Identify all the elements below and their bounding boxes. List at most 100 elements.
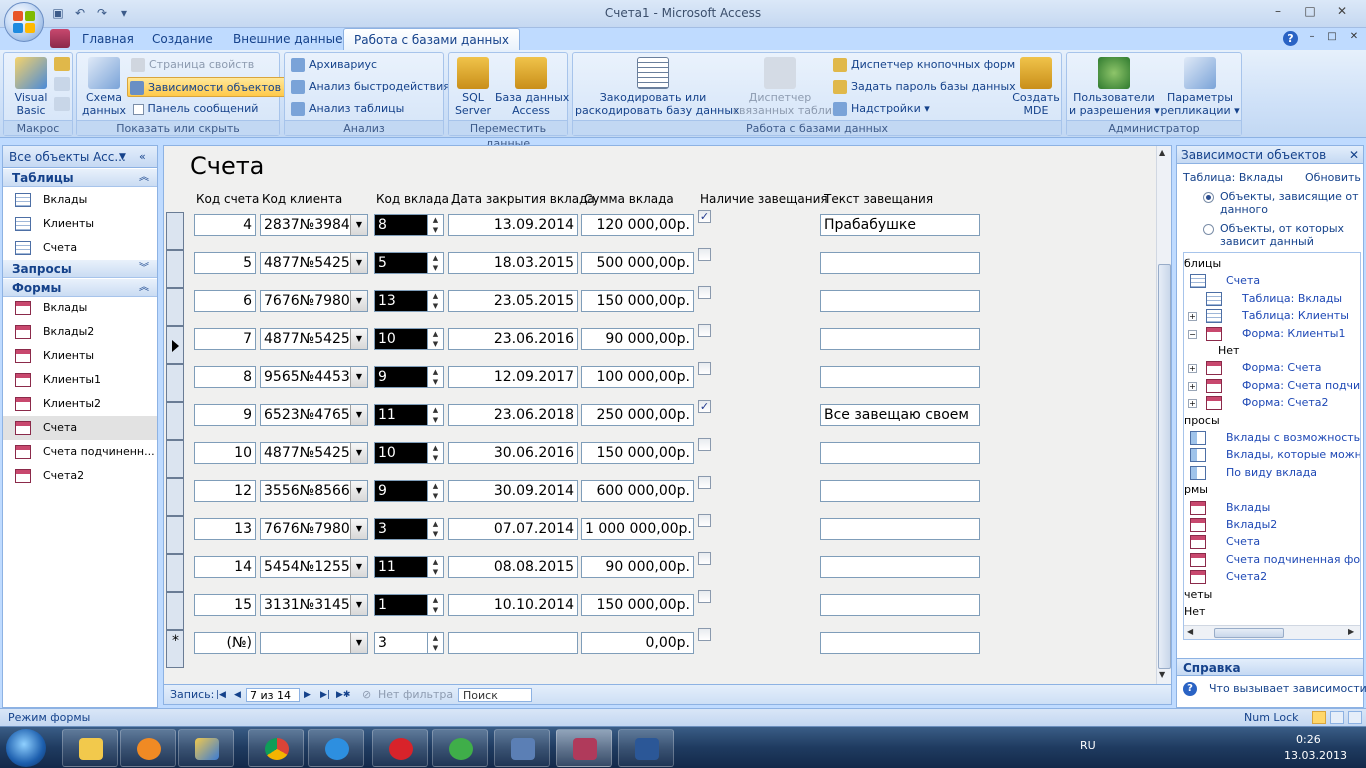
field-will-text[interactable]: [820, 594, 980, 616]
users-permissions-button[interactable]: Пользователи и разрешения ▾: [1069, 57, 1160, 117]
taskbar-ie[interactable]: [308, 729, 364, 767]
dropdown-arrow-icon[interactable]: ▼: [350, 253, 367, 273]
field-will-text[interactable]: [820, 556, 980, 578]
system-tray-icons[interactable]: [1132, 741, 1252, 755]
taskbar-word[interactable]: [618, 729, 674, 767]
tree-item[interactable]: Счета: [1226, 533, 1260, 551]
checkbox-will[interactable]: [698, 248, 711, 261]
clock-time[interactable]: 0:26: [1296, 733, 1321, 746]
spinner-icon[interactable]: ▲ ▼: [428, 556, 444, 578]
field-close-date[interactable]: 12.09.2017: [448, 366, 578, 388]
field-client-id[interactable]: 9565№44533 ▼: [260, 366, 368, 388]
field-will-text[interactable]: [820, 442, 980, 464]
field-close-date[interactable]: 08.08.2015: [448, 556, 578, 578]
field-deposit-id[interactable]: 1: [374, 594, 428, 616]
field-will-text[interactable]: [820, 290, 980, 312]
nav-section-forms[interactable]: Формы ︽: [3, 279, 157, 297]
scroll-right-icon[interactable]: ▶: [1348, 627, 1354, 636]
field-account-id[interactable]: 10: [194, 442, 256, 464]
field-deposit-sum[interactable]: 0,00р.: [581, 632, 694, 654]
field-deposit-sum[interactable]: 250 000,00р.: [581, 404, 694, 426]
field-deposit-sum[interactable]: 150 000,00р.: [581, 442, 694, 464]
scroll-left-icon[interactable]: ◀: [1187, 627, 1193, 636]
expand-icon[interactable]: +: [1188, 399, 1197, 409]
spinner-icon[interactable]: ▲ ▼: [428, 366, 444, 388]
nav-table-item[interactable]: Вклады: [3, 188, 157, 212]
spinner-icon[interactable]: ▲ ▼: [428, 214, 444, 236]
tree-item[interactable]: Вклады: [1226, 499, 1270, 517]
scroll-down-icon[interactable]: ▼: [1159, 670, 1165, 679]
tree-item[interactable]: Форма: Клиенты1: [1242, 325, 1345, 343]
nav-form-item[interactable]: Счета2: [3, 464, 157, 488]
field-account-id[interactable]: 14: [194, 556, 256, 578]
refresh-link[interactable]: Обновить: [1305, 171, 1361, 184]
radio-depends-on-objects[interactable]: [1203, 224, 1214, 235]
visual-basic-button[interactable]: Visual Basic: [8, 57, 54, 117]
minimize-button[interactable]: –: [1268, 4, 1288, 20]
taskbar-opera[interactable]: [372, 729, 428, 767]
property-page-button[interactable]: Страница свойств: [129, 55, 254, 75]
tree-item[interactable]: Таблица: Клиенты: [1242, 307, 1349, 325]
tree-item[interactable]: Вклады2: [1226, 516, 1277, 534]
tree-item[interactable]: Таблица: Вклады: [1242, 290, 1342, 308]
checkbox-will[interactable]: [698, 324, 711, 337]
spinner-icon[interactable]: ▲ ▼: [428, 328, 444, 350]
tab-create[interactable]: Создание: [142, 28, 223, 50]
message-bar-checkbox[interactable]: [133, 103, 144, 115]
filter-status[interactable]: ⊘ Нет фильтра: [360, 688, 453, 702]
expand-icon[interactable]: +: [1188, 381, 1197, 391]
record-selector[interactable]: [166, 440, 184, 478]
spinner-icon[interactable]: ▲ ▼: [428, 594, 444, 616]
field-account-id[interactable]: 4: [194, 214, 256, 236]
linked-tables-manager-button[interactable]: Диспетчер связанных таблиц: [733, 57, 839, 117]
macro-create-icon[interactable]: [54, 97, 70, 111]
field-account-id[interactable]: 15: [194, 594, 256, 616]
field-account-id[interactable]: 8: [194, 366, 256, 388]
dropdown-arrow-icon[interactable]: ▼: [350, 215, 367, 235]
dropdown-arrow-icon[interactable]: ▼: [350, 557, 367, 577]
nav-section-queries[interactable]: Запросы ︾: [3, 260, 157, 278]
field-close-date[interactable]: 23.05.2015: [448, 290, 578, 312]
message-bar-toggle[interactable]: Панель сообщений: [129, 99, 258, 119]
nav-form-item[interactable]: Клиенты: [3, 344, 157, 368]
field-deposit-sum[interactable]: 90 000,00р.: [581, 328, 694, 350]
field-client-id[interactable]: 2837№39845 ▼: [260, 214, 368, 236]
field-deposit-id[interactable]: 9: [374, 480, 428, 502]
field-account-id[interactable]: 12: [194, 480, 256, 502]
expand-icon[interactable]: +: [1188, 364, 1197, 374]
checkbox-will[interactable]: ✓: [698, 210, 711, 223]
doc-restore-button[interactable]: □: [1325, 31, 1339, 45]
record-selector[interactable]: [166, 288, 184, 326]
dropdown-arrow-icon[interactable]: ▼: [350, 595, 367, 615]
help-icon[interactable]: ?: [1283, 31, 1298, 46]
field-will-text[interactable]: [820, 366, 980, 388]
field-deposit-id[interactable]: 9: [374, 366, 428, 388]
dropdown-arrow-icon[interactable]: ▼: [350, 329, 367, 349]
record-selector[interactable]: [166, 326, 184, 364]
close-button[interactable]: ✕: [1332, 4, 1352, 20]
spinner-icon[interactable]: ▲ ▼: [428, 404, 444, 426]
field-deposit-sum[interactable]: 150 000,00р.: [581, 594, 694, 616]
replication-options-button[interactable]: Параметры репликации ▾: [1159, 57, 1241, 117]
field-deposit-sum[interactable]: 120 000,00р.: [581, 214, 694, 236]
next-record-icon[interactable]: ▶: [304, 688, 311, 702]
dropdown-arrow-icon[interactable]: ▼: [350, 405, 367, 425]
sql-server-button[interactable]: SQL Server: [451, 57, 495, 117]
nav-form-item[interactable]: Клиенты1: [3, 368, 157, 392]
tree-item[interactable]: Форма: Счета подчине: [1242, 377, 1360, 395]
tree-item[interactable]: Счета подчиненная форм: [1226, 551, 1360, 569]
tree-item[interactable]: Форма: Счета: [1242, 359, 1322, 377]
set-password-button[interactable]: Задать пароль базы данных: [831, 77, 1016, 97]
record-position-input[interactable]: 7 из 14: [246, 688, 300, 702]
close-pane-icon[interactable]: ✕: [1349, 146, 1359, 164]
collapse-pane-icon[interactable]: «: [139, 146, 146, 168]
start-button[interactable]: [6, 729, 46, 767]
spinner-icon[interactable]: ▲ ▼: [428, 480, 444, 502]
field-deposit-id[interactable]: 11: [374, 404, 428, 426]
field-client-id[interactable]: 6523№47651 ▼: [260, 404, 368, 426]
collapse-icon[interactable]: −: [1188, 329, 1197, 339]
nav-section-tables[interactable]: Таблицы ︽: [3, 169, 157, 187]
nav-form-item[interactable]: Клиенты2: [3, 392, 157, 416]
checkbox-will[interactable]: [698, 438, 711, 451]
nav-table-item[interactable]: Счета: [3, 236, 157, 260]
